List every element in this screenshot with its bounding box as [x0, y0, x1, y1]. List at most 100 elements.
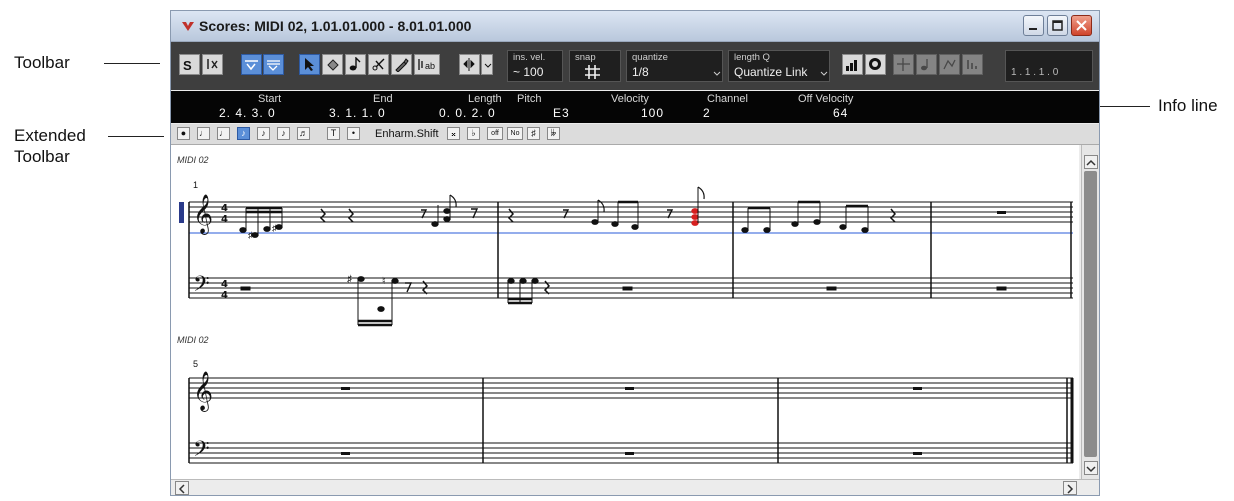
pitch-icon [943, 59, 956, 70]
object-selection-tool[interactable] [299, 54, 320, 75]
quantize-field[interactable]: quantize 1/8 [626, 50, 723, 82]
insert-note-tool[interactable] [345, 54, 366, 75]
enharm-double-flat-button[interactable]: 𝄫 [547, 127, 560, 140]
enharm-no-button[interactable]: No [507, 127, 523, 140]
move-insert-button[interactable] [893, 54, 914, 75]
note-value-button-6[interactable]: ♪ [277, 127, 290, 140]
layout-icon: ab [418, 59, 435, 71]
length-quantize-value: Quantize Link [734, 65, 808, 79]
scissors-note-icon [207, 59, 218, 69]
info-length-label: Length [468, 93, 502, 105]
minimize-button[interactable] [1023, 15, 1044, 36]
solo-button[interactable]: S [179, 54, 200, 75]
show-info-button[interactable] [241, 54, 262, 75]
svg-text:♯: ♯ [347, 274, 352, 285]
scissors-tool[interactable] [368, 54, 389, 75]
callout-toolbar: Toolbar [14, 53, 70, 72]
maximize-button[interactable] [1047, 15, 1068, 36]
vertical-scroll-thumb[interactable] [1084, 171, 1097, 457]
length-quantize-field[interactable]: length Q Quantize Link [728, 50, 830, 82]
maximize-icon [1052, 20, 1063, 31]
cubase-logo-icon [182, 22, 194, 31]
mouse-position-display: 1 . 1 . 1 . 0 [1005, 50, 1093, 82]
note-value-button-4[interactable]: ♪ [237, 127, 250, 140]
enharmonic-shift-label: Enharm.Shift [375, 128, 439, 140]
callout-extended-toolbar-2: Toolbar [14, 147, 70, 166]
info-length-value[interactable]: 0. 0. 2. 0 [439, 106, 496, 120]
note-value-button-5[interactable]: ♪ [257, 127, 270, 140]
info-end-label: End [373, 93, 393, 105]
scroll-left-button[interactable] [175, 481, 189, 495]
info-toggle-icon [245, 60, 258, 71]
note-value-button-2[interactable]: ♩ [197, 127, 210, 140]
move-icon [897, 58, 910, 71]
minimize-icon [1029, 28, 1037, 30]
erase-tool[interactable] [322, 54, 343, 75]
enharm-sharp-button[interactable]: ♯ [527, 127, 540, 140]
callout-extended-toolbar-line [108, 136, 164, 137]
time-signature-system1: 44 44 [221, 203, 228, 301]
edit-mode-button[interactable] [202, 54, 223, 75]
info-channel-value[interactable]: 2 [703, 106, 711, 120]
info-pitch-value[interactable]: E3 [553, 106, 570, 120]
step-note-button[interactable] [916, 54, 937, 75]
svg-text:4: 4 [221, 290, 228, 301]
svg-text:ab: ab [425, 61, 435, 71]
enharm-double-sharp-button[interactable]: 𝄪 [447, 127, 460, 140]
info-end-value[interactable]: 3. 1. 1. 0 [329, 106, 386, 120]
toolbar: S ab ins. vel. ~ 100 snap quantize 1/8 l… [171, 42, 1099, 90]
info-velocity-label: Velocity [611, 93, 649, 105]
dotted-button[interactable]: • [347, 127, 360, 140]
chevron-down-icon [1086, 466, 1096, 473]
score-display[interactable]: MIDI 02 1 𝄞 𝄢 4 4 4 4 ♯ ♯ ♯ ♮ MIDI 02 5 … [171, 145, 1079, 479]
triplet-button[interactable]: T [327, 127, 340, 140]
chevron-right-icon [1067, 484, 1074, 494]
score-editor-window: Scores: MIDI 02, 1.01.01.000 - 8.01.01.0… [170, 10, 1100, 496]
solo-icon: S [183, 58, 192, 72]
info-channel-label: Channel [707, 93, 748, 105]
glue-tool[interactable] [391, 54, 412, 75]
layout-tool[interactable]: ab [414, 54, 440, 75]
note-value-button-3[interactable]: ♩ [217, 127, 230, 140]
callout-info-line: Info line [1158, 96, 1218, 115]
insert-velocity-field[interactable]: ins. vel. ~ 100 [507, 50, 563, 82]
step-input-button[interactable] [865, 54, 886, 75]
note-value-button-1[interactable]: ● [177, 127, 190, 140]
chevron-down-icon [820, 71, 828, 76]
title-bar[interactable]: Scores: MIDI 02, 1.01.01.000 - 8.01.01.0… [171, 11, 1099, 42]
close-icon [1076, 20, 1087, 31]
svg-text:S: S [183, 58, 192, 72]
system1-track-label: MIDI 02 [177, 155, 209, 165]
window-title: Scores: MIDI 02, 1.01.01.000 - 8.01.01.0… [199, 18, 472, 34]
svg-text:♯: ♯ [248, 230, 253, 240]
step-pitch-button[interactable] [939, 54, 960, 75]
auto-scroll-button[interactable] [459, 54, 480, 75]
enharm-flat-button[interactable]: ♭ [467, 127, 480, 140]
step-velocity-button[interactable] [962, 54, 983, 75]
snap-field[interactable]: snap [569, 50, 621, 82]
enharm-off-button[interactable]: off [487, 127, 503, 140]
horizontal-scrollbar[interactable] [171, 479, 1099, 495]
info-velocity-value[interactable]: 100 [641, 106, 664, 120]
auto-scroll-dropdown[interactable] [481, 54, 493, 75]
velocity-bars-button[interactable] [842, 54, 863, 75]
scroll-up-button[interactable] [1084, 155, 1098, 169]
info-start-value[interactable]: 2. 4. 3. 0 [219, 106, 276, 120]
mouse-position-value: 1 . 1 . 1 . 0 [1011, 67, 1059, 78]
info-off-velocity-value[interactable]: 64 [833, 106, 848, 120]
note-value-button-7[interactable]: ♬ [297, 127, 310, 140]
svg-text:4: 4 [221, 214, 228, 225]
bass-clef-icon: 𝄢 [193, 272, 210, 302]
barlines-system2 [188, 378, 1074, 463]
show-toolbar-button[interactable] [263, 54, 284, 75]
velocity-icon [967, 60, 977, 69]
vertical-scrollbar[interactable] [1081, 145, 1099, 479]
glue-icon [395, 58, 409, 72]
bass-clef-icon: 𝄢 [193, 437, 210, 467]
svg-text:♯: ♯ [272, 223, 277, 233]
info-start-label: Start [258, 93, 282, 105]
scroll-down-button[interactable] [1084, 461, 1098, 475]
close-button[interactable] [1071, 15, 1092, 36]
scroll-right-button[interactable] [1063, 481, 1077, 495]
snap-label: snap [575, 52, 596, 63]
